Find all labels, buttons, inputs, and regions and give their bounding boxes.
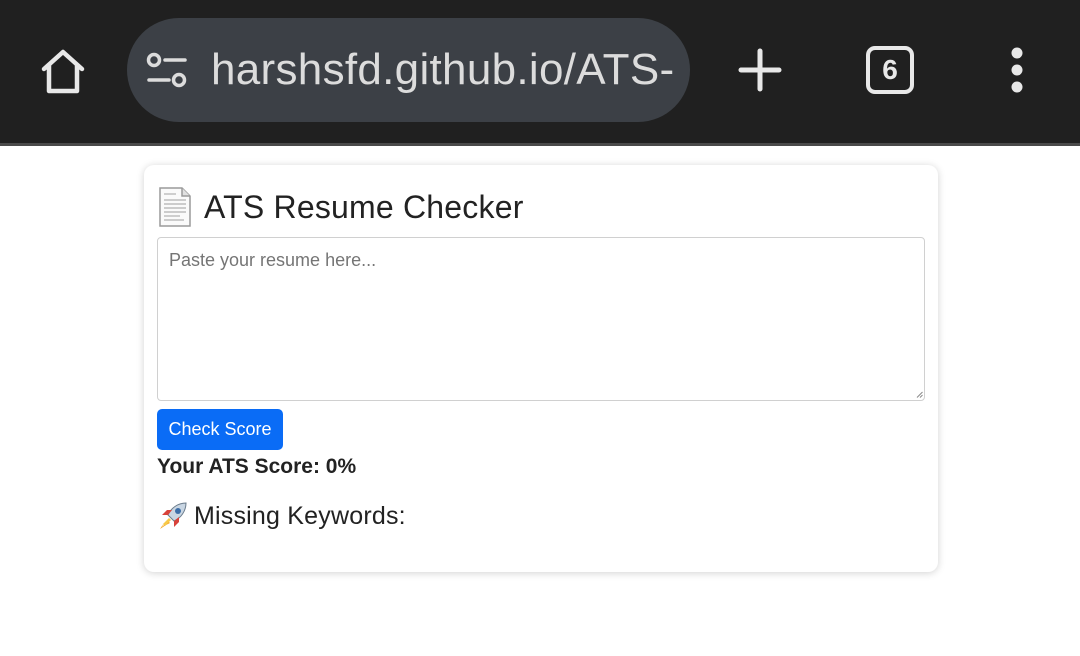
browser-toolbar: harshsfd.github.io/ATS- 6 <box>0 0 1080 143</box>
url-text[interactable]: harshsfd.github.io/ATS- <box>211 18 674 122</box>
tab-switcher-button[interactable]: 6 <box>866 46 914 94</box>
plus-icon <box>738 48 782 92</box>
missing-keywords-label: Missing Keywords: <box>194 501 406 530</box>
resume-input[interactable] <box>157 237 925 401</box>
more-vert-icon <box>1011 47 1023 93</box>
resize-grip-icon[interactable] <box>916 391 923 398</box>
rocket-icon <box>160 502 187 529</box>
document-icon <box>159 187 191 227</box>
tab-count: 6 <box>882 54 898 85</box>
page-title: ATS Resume Checker <box>204 188 524 225</box>
new-tab-button[interactable] <box>730 40 790 100</box>
checker-card: ATS Resume Checker Check Score Your ATS … <box>144 165 938 572</box>
more-menu-button[interactable] <box>995 40 1039 100</box>
home-icon <box>41 49 85 94</box>
home-button[interactable] <box>30 36 96 106</box>
title-row: ATS Resume Checker <box>158 185 524 229</box>
check-score-button[interactable]: Check Score <box>157 409 283 450</box>
toolbar-divider <box>0 143 1080 146</box>
ats-score-text: Your ATS Score: 0% <box>157 455 357 478</box>
address-bar[interactable]: harshsfd.github.io/ATS- <box>127 18 690 122</box>
missing-keywords-heading: Missing Keywords: <box>158 499 406 533</box>
tune-icon[interactable] <box>145 50 189 90</box>
